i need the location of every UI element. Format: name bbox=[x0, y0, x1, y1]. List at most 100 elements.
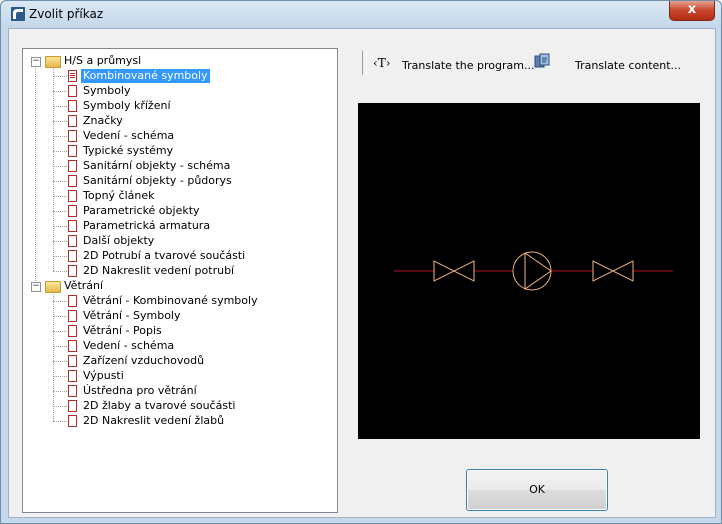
title-bar[interactable]: Zvolit příkaz x bbox=[1, 1, 721, 27]
tree-item[interactable]: Větrání - Popis bbox=[23, 324, 333, 338]
toolbar-grip[interactable] bbox=[362, 51, 367, 75]
app-icon bbox=[11, 7, 25, 21]
command-icon bbox=[68, 400, 77, 412]
tree-branch-line bbox=[53, 292, 54, 421]
command-icon bbox=[68, 130, 77, 142]
command-icon bbox=[68, 85, 77, 97]
tree-item[interactable]: Topný článek bbox=[23, 189, 333, 203]
tree-item-label: Zařízení vzduchovodů bbox=[83, 354, 205, 367]
tree-connector bbox=[53, 181, 67, 182]
tree-item-label: Symboly bbox=[83, 84, 131, 97]
command-icon bbox=[68, 70, 77, 82]
command-icon bbox=[68, 145, 77, 157]
tree-item-label: 2D Potrubí a tvarové součásti bbox=[83, 249, 246, 262]
tree-group-node[interactable]: − Větrání bbox=[23, 279, 333, 293]
translate-content-button[interactable]: Translate content... bbox=[575, 59, 681, 72]
command-icon bbox=[68, 235, 77, 247]
tree-connector bbox=[53, 316, 67, 317]
tree-connector bbox=[53, 271, 67, 272]
tree-connector bbox=[53, 361, 67, 362]
translate-content-icon[interactable] bbox=[534, 53, 550, 69]
tree-connector bbox=[53, 331, 67, 332]
command-icon bbox=[68, 325, 77, 337]
tree-group-label: Větrání bbox=[64, 279, 104, 292]
tree-item[interactable]: Sanitární objekty - schéma bbox=[23, 159, 333, 173]
tree-connector bbox=[53, 226, 67, 227]
command-icon bbox=[68, 355, 77, 367]
command-icon bbox=[68, 310, 77, 322]
tree-item[interactable]: Další objekty bbox=[23, 234, 333, 248]
translate-program-button[interactable]: Translate the program... bbox=[402, 59, 534, 72]
close-icon: x bbox=[687, 2, 697, 17]
tree-item[interactable]: Vedení - schéma bbox=[23, 129, 333, 143]
tree-item[interactable]: Ústředna pro větrání bbox=[23, 384, 333, 398]
tree-group-node[interactable]: − H/S a průmysl bbox=[23, 54, 333, 68]
tree-connector bbox=[53, 421, 67, 422]
command-tree[interactable]: − H/S a průmysl Kombinované symboly Symboly… bbox=[22, 48, 338, 513]
tree-item[interactable]: Výpusti bbox=[23, 369, 333, 383]
tree-item[interactable]: Symboly křížení bbox=[23, 99, 333, 113]
command-icon bbox=[68, 160, 77, 172]
command-icon bbox=[68, 250, 77, 262]
collapse-icon[interactable]: − bbox=[31, 282, 41, 292]
tree-item-label: 2D Nakreslit vedení potrubí bbox=[83, 264, 235, 277]
tree-item-label: Značky bbox=[83, 114, 123, 127]
tree-item[interactable]: Vedení - schéma bbox=[23, 339, 333, 353]
tree-item-label: Topný článek bbox=[83, 189, 155, 202]
tree-connector bbox=[53, 91, 67, 92]
tree-connector bbox=[53, 391, 67, 392]
tree-item[interactable]: Zařízení vzduchovodů bbox=[23, 354, 333, 368]
tree-item[interactable]: 2D Nakreslit vedení potrubí bbox=[23, 264, 333, 278]
ok-button[interactable]: OK bbox=[466, 469, 608, 511]
tree-item-label: Vedení - schéma bbox=[83, 129, 175, 142]
tree-item[interactable]: 2D Nakreslit vedení žlabů bbox=[23, 414, 333, 428]
tree-item[interactable]: 2D žlaby a tvarové součásti bbox=[23, 399, 333, 413]
tree-item[interactable]: Typické systémy bbox=[23, 144, 333, 158]
pump-triangle-symbol bbox=[524, 252, 552, 290]
tree-group-label: H/S a průmysl bbox=[64, 54, 142, 67]
tree-item-label: Větrání - Kombinované symboly bbox=[83, 294, 258, 307]
tree-item[interactable]: 2D Potrubí a tvarové součásti bbox=[23, 249, 333, 263]
tree-connector bbox=[53, 211, 67, 212]
tree-connector bbox=[53, 346, 67, 347]
collapse-icon[interactable]: − bbox=[31, 57, 41, 67]
tree-item[interactable]: Symboly bbox=[23, 84, 333, 98]
command-icon bbox=[68, 115, 77, 127]
tree-connector bbox=[53, 106, 67, 107]
valve-right-symbol bbox=[592, 260, 634, 282]
tree-item-label: Výpusti bbox=[83, 369, 124, 382]
tree-item[interactable]: Sanitární objekty - půdorys bbox=[23, 174, 333, 188]
tree-item-label: Ústředna pro větrání bbox=[83, 384, 197, 397]
command-icon bbox=[68, 415, 77, 427]
tree-item[interactable]: Kombinované symboly bbox=[23, 69, 333, 83]
close-button[interactable]: x bbox=[669, 1, 715, 21]
tree-connector bbox=[53, 151, 67, 152]
tree-connector bbox=[53, 76, 67, 77]
preview-drawing bbox=[394, 251, 673, 291]
command-icon bbox=[68, 100, 77, 112]
tree-connector bbox=[53, 136, 67, 137]
tree-connector bbox=[53, 241, 67, 242]
symbol-preview bbox=[358, 103, 700, 439]
tree-connector bbox=[53, 256, 67, 257]
tree-item-label: Symboly křížení bbox=[83, 99, 171, 112]
tree-item-label: Parametrické objekty bbox=[83, 204, 200, 217]
tree-item[interactable]: Parametrické objekty bbox=[23, 204, 333, 218]
tree-connector bbox=[53, 406, 67, 407]
tree-item[interactable]: Parametrická armatura bbox=[23, 219, 333, 233]
tree-item[interactable]: Větrání - Kombinované symboly bbox=[23, 294, 333, 308]
tree-item-label: 2D Nakreslit vedení žlabů bbox=[83, 414, 225, 427]
tree-item[interactable]: Značky bbox=[23, 114, 333, 128]
tree-item-label: Parametrická armatura bbox=[83, 219, 211, 232]
window-title: Zvolit příkaz bbox=[29, 7, 104, 21]
tree-connector bbox=[53, 301, 67, 302]
valve-left-symbol bbox=[433, 260, 475, 282]
tree-item-label: Vedení - schéma bbox=[83, 339, 175, 352]
tree-connector bbox=[53, 196, 67, 197]
tree-connector bbox=[53, 166, 67, 167]
tree-item[interactable]: Větrání - Symboly bbox=[23, 309, 333, 323]
translate-program-icon[interactable]: ‹T› bbox=[373, 56, 391, 70]
tree-item-label: Větrání - Symboly bbox=[83, 309, 181, 322]
tree-item-label: Sanitární objekty - schéma bbox=[83, 159, 231, 172]
command-icon bbox=[68, 340, 77, 352]
